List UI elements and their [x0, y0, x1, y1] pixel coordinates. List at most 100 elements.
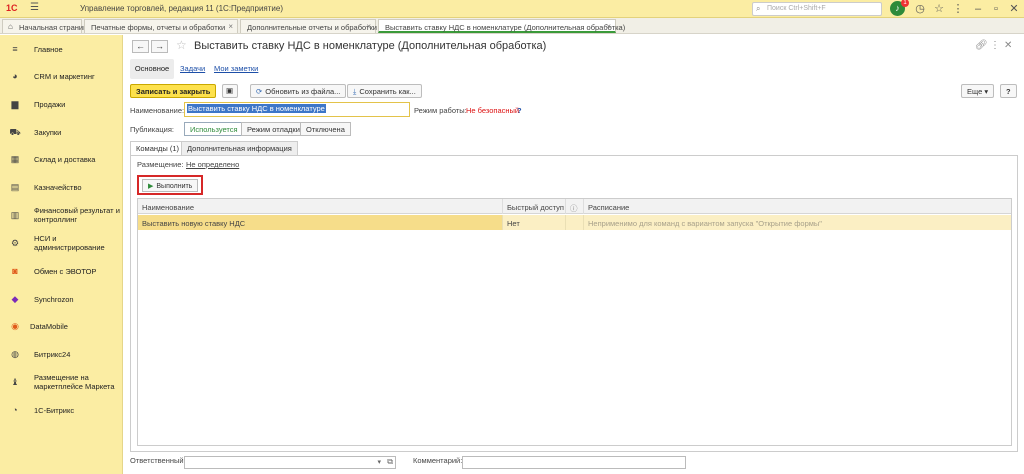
column-header-name[interactable]: Наименование: [138, 199, 503, 214]
placement-link[interactable]: Не определено: [186, 160, 239, 169]
play-icon: ▶: [148, 183, 154, 190]
sidebar-item-market[interactable]: ♝ Размещение на маркетплейсе Маркета: [0, 369, 123, 395]
sidebar-item-finance[interactable]: ▥ Финансовый результат и контроллинг: [0, 202, 123, 228]
publication-used-option[interactable]: Используется: [184, 122, 244, 136]
chevron-down-icon: ▾: [984, 87, 989, 96]
sidebar-item-treasury[interactable]: ▤ Казначейство: [0, 174, 123, 200]
help-button[interactable]: ?: [1000, 84, 1017, 98]
datamobile-icon: ◉: [11, 321, 19, 331]
coins-icon: ▤: [10, 182, 20, 192]
close-window-icon[interactable]: ✕: [1006, 1, 1022, 17]
sidebar-item-evotor[interactable]: ◙ Обмен с ЭВОТОР: [0, 258, 123, 284]
close-icon[interactable]: ×: [366, 22, 371, 31]
placement-label: Размещение:: [137, 160, 184, 169]
tab-additional-reports[interactable]: Дополнительные отчеты и обработки ×: [240, 19, 377, 33]
settings-icon[interactable]: ⋮: [950, 1, 966, 17]
back-arrow-icon[interactable]: ←: [132, 40, 149, 53]
save-icon[interactable]: ▣: [222, 84, 238, 98]
dropdown-icon[interactable]: ▾: [377, 458, 381, 466]
mode-help-link[interactable]: ?: [517, 106, 522, 115]
comment-label: Комментарий:: [413, 456, 463, 465]
maximize-icon[interactable]: ▫: [988, 1, 1004, 17]
tab-commands[interactable]: Команды (1): [130, 141, 186, 155]
cell-schedule[interactable]: Неприменимо для команд с вариантом запус…: [584, 215, 1011, 230]
gear-icon: ⚙: [10, 238, 20, 248]
sidebar-item-warehouse[interactable]: ▦ Склад и доставка: [0, 146, 123, 172]
close-icon[interactable]: ×: [606, 22, 611, 31]
button-label: Выполнить: [156, 183, 193, 190]
sections-sidebar: ≡ Главное ◕ CRM и маркетинг ▆ Продажи ⛟ Заку…: [0, 35, 123, 474]
sidebar-item-bitrix24[interactable]: ◍ Битрикс24: [0, 341, 123, 367]
sidebar-item-1c-bitrix[interactable]: ◔ 1С-Битрикс: [0, 397, 123, 423]
favorite-star-icon[interactable]: ☆: [176, 38, 187, 52]
search-icon: ⌕: [756, 4, 761, 13]
name-value: Выставить ставку НДС в номенклатуре: [187, 104, 326, 113]
market-icon: ♝: [10, 377, 20, 387]
close-icon[interactable]: ×: [228, 22, 233, 31]
sidebar-item-crm[interactable]: ◕ CRM и маркетинг: [0, 63, 123, 89]
sidebar-item-sales[interactable]: ▆ Продажи: [0, 91, 123, 117]
sidebar-item-label: Закупки: [34, 128, 62, 137]
open-icon[interactable]: ⧉: [387, 457, 393, 467]
favorites-icon[interactable]: ☆: [931, 1, 947, 17]
sidebar-item-purchases[interactable]: ⛟ Закупки: [0, 119, 123, 145]
save-and-close-button[interactable]: Записать и закрыть: [130, 84, 217, 98]
tab-label: Начальная страница: [19, 23, 92, 32]
link-icon[interactable]: 🔗︎: [975, 40, 988, 51]
main-menu-icon[interactable]: ☰: [30, 2, 39, 13]
minimize-icon[interactable]: –: [970, 1, 986, 17]
section-tab-tasks[interactable]: Задачи: [180, 59, 205, 79]
more-menu-icon[interactable]: ⋮: [990, 40, 1000, 51]
tab-print-forms[interactable]: Печатные формы, отчеты и обработки ×: [84, 19, 238, 33]
tab-label: Дополнительные отчеты и обработки: [247, 23, 377, 32]
tab-additional-info[interactable]: Дополнительная информация: [181, 141, 298, 155]
sidebar-item-datamobile[interactable]: ◉ DataMobile: [0, 313, 123, 339]
sidebar-item-label: Synchrozon: [34, 295, 74, 304]
comment-field[interactable]: [462, 456, 686, 469]
column-header-quick-access[interactable]: Быстрый доступ: [503, 199, 566, 214]
sidebar-item-label: Обмен с ЭВОТОР: [34, 267, 97, 276]
responsible-field[interactable]: ▾ ⧉: [184, 456, 396, 469]
table-row[interactable]: Выставить новую ставку НДС Нет Непримени…: [138, 215, 1011, 230]
more-button[interactable]: Еще ▾: [961, 84, 995, 98]
publication-label: Публикация:: [130, 125, 174, 134]
bitrix24-icon: ◍: [11, 349, 19, 359]
warehouse-icon: ▦: [10, 154, 20, 164]
update-from-file-button[interactable]: ⟳ Обновить из файла...: [250, 84, 347, 98]
global-search-input[interactable]: ⌕ Поиск Ctrl+Shift+F: [752, 2, 882, 16]
notifications-button[interactable]: ♪ 1: [890, 0, 909, 17]
menu-icon: ≡: [12, 44, 18, 54]
name-field[interactable]: Выставить ставку НДС в номенклатуре: [184, 102, 410, 117]
pie-icon: ◕: [12, 71, 18, 81]
sidebar-item-label: НСИ и администрирование: [34, 234, 105, 252]
cell-quick-access[interactable]: Нет: [503, 215, 566, 230]
sidebar-item-label: Битрикс24: [34, 350, 71, 359]
synchrozon-icon: ◆: [11, 294, 19, 304]
execute-button[interactable]: ▶ Выполнить: [142, 179, 199, 192]
publication-debug-option[interactable]: Режим отладки: [241, 122, 306, 136]
cell-name[interactable]: Выставить новую ставку НДС: [138, 215, 503, 230]
sidebar-item-label: 1С-Битрикс: [34, 406, 75, 415]
publication-disabled-option[interactable]: Отключена: [300, 122, 351, 136]
sidebar-item-label: Главное: [34, 45, 63, 54]
name-label: Наименование:: [130, 106, 185, 115]
tab-vat-processing[interactable]: Выставить ставку НДС в номенклатуре (Доп…: [378, 19, 625, 33]
section-tab-notes[interactable]: Мои заметки: [214, 59, 258, 79]
sidebar-item-admin[interactable]: ⚙ НСИ и администрирование: [0, 230, 123, 256]
open-windows-tabbar: ⌂ Начальная страница Печатные формы, отч…: [0, 18, 1024, 34]
column-header-schedule[interactable]: Расписание: [584, 199, 1011, 214]
tab-home[interactable]: ⌂ Начальная страница: [2, 19, 92, 33]
sidebar-item-label: Казначейство: [34, 183, 82, 192]
sidebar-item-label: DataMobile: [30, 322, 68, 331]
cell-spacer: [566, 215, 584, 230]
sidebar-item-main[interactable]: ≡ Главное: [0, 36, 123, 62]
sidebar-item-label: Размещение на маркетплейсе Маркета: [34, 373, 115, 391]
sidebar-item-label: CRM и маркетинг: [34, 72, 95, 81]
save-as-button[interactable]: ⤓ Сохранить как...: [347, 84, 422, 98]
sidebar-item-synchrozon[interactable]: ◆ Synchrozon: [0, 286, 123, 312]
forward-arrow-icon[interactable]: →: [151, 40, 168, 53]
section-tab-main[interactable]: Основное: [130, 59, 174, 79]
close-form-icon[interactable]: ✕: [1004, 40, 1012, 51]
bag-icon: ▆: [11, 99, 19, 109]
history-icon[interactable]: ◷: [912, 1, 928, 17]
